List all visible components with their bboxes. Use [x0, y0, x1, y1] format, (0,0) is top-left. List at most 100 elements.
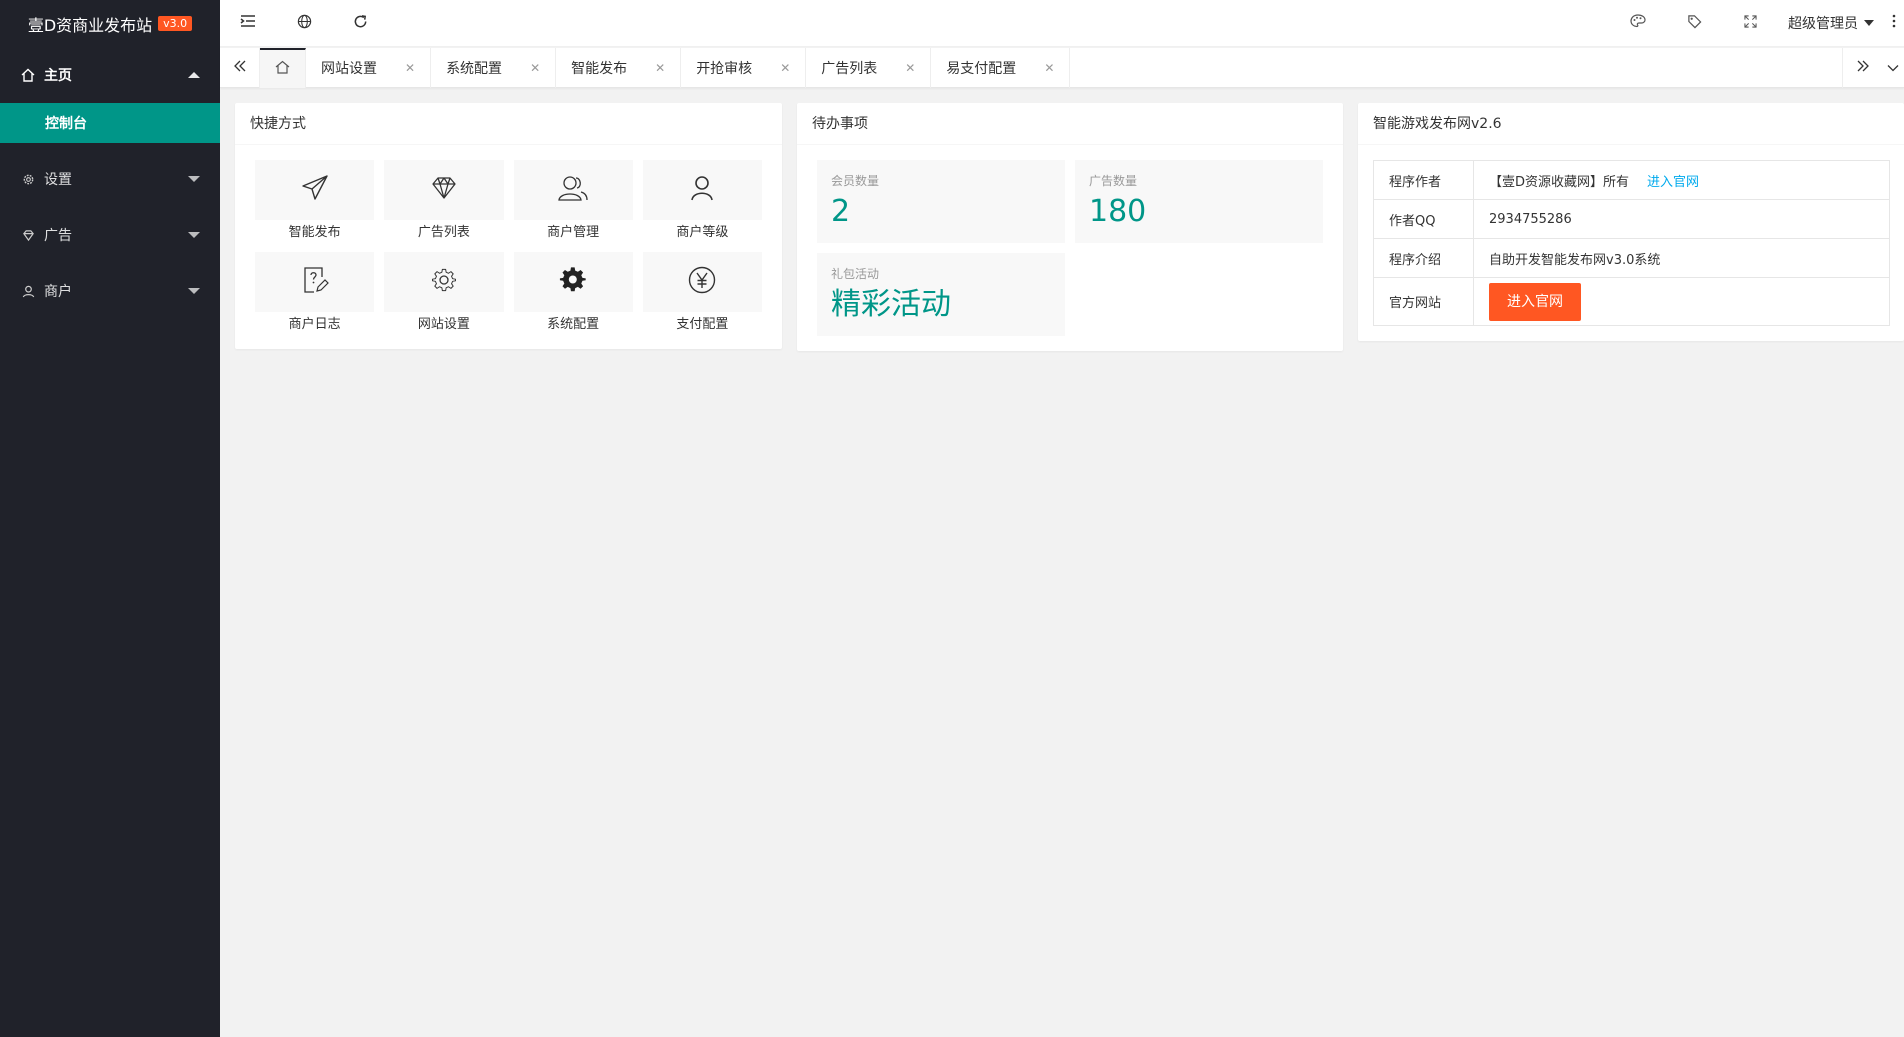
double-chevron-left-icon	[233, 59, 247, 77]
logo-title: 壹D资商业发布站	[27, 15, 153, 35]
tab-home[interactable]	[260, 48, 306, 88]
more-button[interactable]	[1884, 0, 1904, 47]
info-value: 【壹D资源收藏网】所有 进入官网	[1473, 160, 1890, 200]
table-row: 作者QQ 2934755286	[1373, 199, 1890, 239]
tab-label: 智能发布	[571, 61, 628, 77]
log-edit-icon	[300, 265, 330, 299]
home-icon	[20, 67, 36, 83]
visit-site-button[interactable]: 进入官网	[1489, 282, 1581, 321]
fullscreen-button[interactable]	[1722, 0, 1778, 47]
close-icon[interactable]: ✕	[530, 61, 540, 75]
tabs-menu-button[interactable]	[1882, 48, 1904, 88]
tabs-scroll-left-button[interactable]	[220, 48, 260, 88]
theme-button[interactable]	[1610, 0, 1666, 47]
card-title: 待办事项	[797, 103, 1343, 145]
author-value: 【壹D资源收藏网】所有	[1489, 174, 1630, 190]
quick-label: 网站设置	[417, 317, 470, 332]
quick-label: 商户等级	[676, 225, 729, 240]
todo-grid: 会员数量 2 广告数量 180 礼包活动 精彩活动	[817, 160, 1323, 336]
todo-value: 2	[831, 194, 851, 229]
tab-label: 开抢审核	[696, 61, 753, 77]
tab-website-settings[interactable]: 网站设置 ✕	[306, 48, 432, 88]
tabs-scroll-right-button[interactable]	[1842, 48, 1882, 88]
sidebar-item-merchants[interactable]: 商户	[0, 263, 220, 319]
quick-card: 快捷方式 智能发布 广告列表 商户管理 商户等级 商户日志 网站设置 系统配置 …	[235, 103, 782, 349]
todo-gift-activity[interactable]: 礼包活动 精彩活动	[817, 253, 1065, 336]
info-table: 程序作者 【壹D资源收藏网】所有 进入官网 作者QQ 2934755286 程序介…	[1373, 160, 1890, 326]
tab-label: 易支付配置	[946, 61, 1017, 77]
tab-label: 网站设置	[321, 61, 377, 77]
todo-card: 待办事项 会员数量 2 广告数量 180 礼包活动 精彩活动	[797, 103, 1343, 351]
quick-merchant-level[interactable]: 商户等级	[642, 160, 762, 242]
refresh-button[interactable]	[332, 0, 388, 47]
user-icon	[20, 283, 36, 299]
quick-merchant-manage[interactable]: 商户管理	[513, 160, 633, 242]
sidebar-item-label: 广告	[44, 228, 72, 244]
sidebar-subitem-console[interactable]: 控制台	[0, 103, 220, 143]
quick-ad-list[interactable]: 广告列表	[384, 160, 504, 242]
double-chevron-right-icon	[1856, 59, 1870, 77]
diamond-icon	[20, 227, 36, 243]
info-key: 程序作者	[1373, 160, 1474, 200]
info-key: 程序介绍	[1373, 238, 1474, 278]
sidebar-item-label: 设置	[44, 172, 72, 188]
chevron-down-icon	[188, 176, 200, 182]
tag-button[interactable]	[1666, 0, 1722, 47]
tab-ad-list[interactable]: 广告列表 ✕	[806, 48, 932, 88]
table-row: 程序介绍 自助开发智能发布网v3.0系统	[1373, 238, 1890, 278]
tab-smart-publish[interactable]: 智能发布 ✕	[556, 48, 682, 88]
official-site-link[interactable]: 进入官网	[1647, 175, 1699, 190]
version-badge: v3.0	[158, 16, 193, 31]
tab-epay-config[interactable]: 易支付配置 ✕	[931, 48, 1071, 88]
sidebar-item-settings[interactable]: 设置	[0, 151, 220, 207]
chevron-down-icon	[1887, 60, 1899, 76]
quick-merchant-log[interactable]: 商户日志	[255, 252, 375, 334]
chevron-down-icon	[188, 232, 200, 238]
sidebar-item-label: 商户	[44, 284, 72, 300]
close-icon[interactable]: ✕	[780, 61, 790, 75]
quick-smart-publish[interactable]: 智能发布	[255, 160, 375, 242]
user-name: 超级管理员	[1788, 16, 1858, 32]
caret-down-icon	[1864, 20, 1874, 26]
todo-label: 会员数量	[831, 174, 880, 188]
gear-icon	[20, 171, 36, 187]
logo[interactable]: 壹D资商业发布站 v3.0	[0, 0, 220, 47]
diamond-icon	[429, 173, 459, 207]
card-title: 智能游戏发布网v2.6	[1358, 103, 1904, 145]
tab-review[interactable]: 开抢审核 ✕	[681, 48, 807, 88]
quick-system-config[interactable]: 系统配置	[513, 252, 633, 334]
info-value: 进入官网	[1473, 277, 1890, 326]
main-content: 快捷方式 智能发布 广告列表 商户管理 商户等级 商户日志 网站设置 系统配置 …	[220, 88, 1904, 1037]
tag-icon	[1687, 14, 1702, 33]
close-icon[interactable]: ✕	[405, 61, 415, 75]
quick-website-settings[interactable]: 网站设置	[384, 252, 504, 334]
quick-label: 商户管理	[547, 225, 600, 240]
tab-system-config[interactable]: 系统配置 ✕	[431, 48, 557, 88]
info-key: 作者QQ	[1373, 199, 1474, 239]
sidebar-item-home[interactable]: 主页	[0, 47, 220, 103]
todo-value: 精彩活动	[831, 287, 951, 322]
info-card: 智能游戏发布网v2.6 程序作者 【壹D资源收藏网】所有 进入官网 作者QQ 29…	[1358, 103, 1904, 341]
quick-payment-config[interactable]: 支付配置	[642, 252, 762, 334]
todo-member-count[interactable]: 会员数量 2	[817, 160, 1065, 243]
quick-grid: 智能发布 广告列表 商户管理 商户等级 商户日志 网站设置 系统配置 支付配置	[255, 160, 762, 334]
toggle-sidebar-button[interactable]	[220, 0, 276, 47]
tab-label: 广告列表	[821, 61, 878, 77]
close-icon[interactable]: ✕	[1044, 61, 1054, 75]
refresh-icon	[353, 14, 368, 33]
close-icon[interactable]: ✕	[905, 61, 915, 75]
gear-solid-icon	[559, 266, 587, 298]
todo-ad-count[interactable]: 广告数量 180	[1075, 160, 1323, 243]
user-menu[interactable]: 超级管理员	[1778, 0, 1884, 47]
paper-plane-icon	[300, 173, 330, 207]
tabs-fill	[1070, 48, 1842, 87]
more-vertical-icon	[1892, 14, 1896, 32]
close-icon[interactable]: ✕	[655, 61, 665, 75]
table-row: 官方网站 进入官网	[1373, 277, 1890, 326]
chevron-up-icon	[188, 72, 200, 78]
yen-icon	[687, 265, 717, 299]
website-button[interactable]	[276, 0, 332, 47]
indent-icon	[240, 14, 256, 32]
sidebar-item-ads[interactable]: 广告	[0, 207, 220, 263]
sidebar-item-label: 主页	[44, 68, 72, 84]
